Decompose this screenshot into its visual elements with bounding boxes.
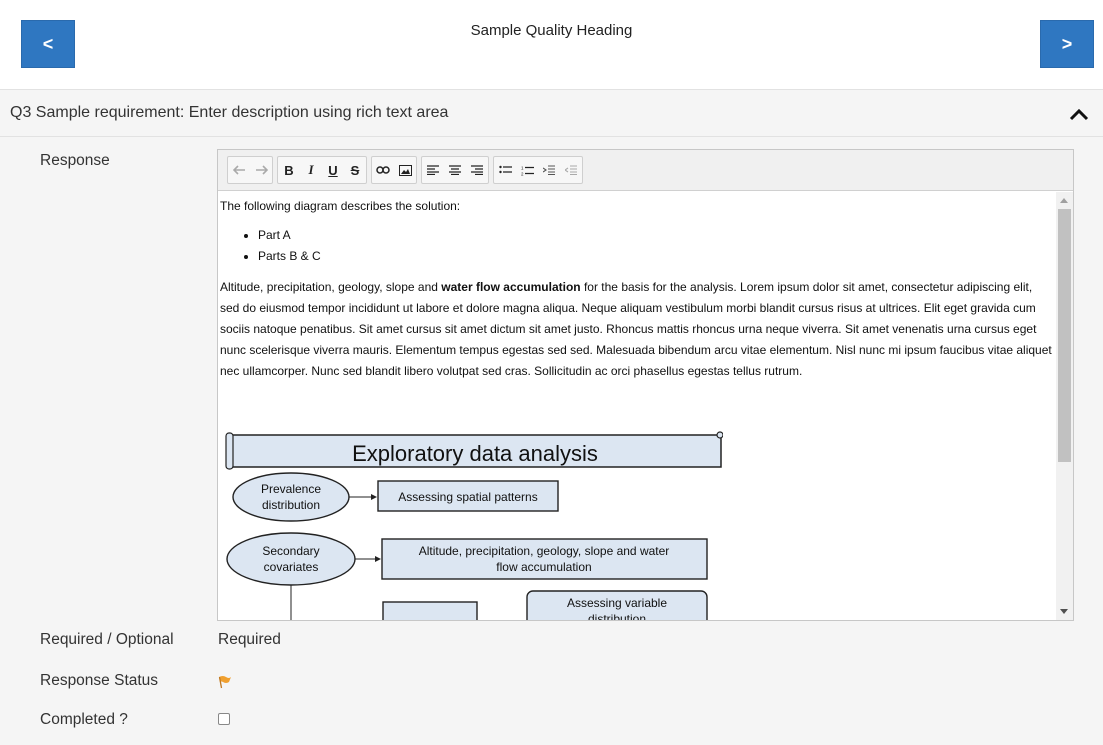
response-status-label: Response Status: [40, 672, 159, 689]
covariates-box-label-1: Altitude, precipitation, geology, slope …: [419, 544, 670, 558]
top-bar: < Sample Quality Heading >: [0, 0, 1103, 90]
paragraph-bold: water flow accumulation: [441, 280, 581, 294]
align-center-icon[interactable]: [445, 157, 465, 183]
variable-distribution-label-2: distribution: [588, 612, 646, 620]
paragraph-start: Altitude, precipitation, geology, slope …: [220, 280, 442, 294]
flag-icon: [218, 676, 231, 689]
banner-scroll-left: [225, 432, 234, 470]
list-group: 12: [493, 156, 583, 184]
intro-text: The following diagram describes the solu…: [220, 199, 461, 213]
required-label: Required / Optional: [40, 631, 174, 648]
question-header[interactable]: Q3 Sample requirement: Enter description…: [0, 90, 1103, 137]
required-value: Required: [218, 631, 281, 648]
scroll-up-arrow-icon[interactable]: [1060, 198, 1068, 203]
covariates-label-1: Secondary: [262, 544, 319, 558]
covariates-label-2: covariates: [264, 560, 319, 574]
exploratory-diagram: Exploratory data analysis Prevalence dis…: [225, 431, 723, 620]
italic-icon[interactable]: I: [301, 157, 321, 183]
completed-checkbox[interactable]: [218, 713, 230, 725]
undo-icon[interactable]: [229, 157, 249, 183]
scroll-down-arrow-icon[interactable]: [1060, 609, 1068, 614]
align-left-icon[interactable]: [423, 157, 443, 183]
diagram-title: Exploratory data analysis: [352, 441, 598, 466]
align-group: [421, 156, 489, 184]
bullet-list: Part A Parts B & C: [220, 225, 1054, 267]
outdent-icon[interactable]: [561, 157, 581, 183]
prevalence-node: [232, 472, 350, 522]
prevalence-label-2: distribution: [262, 498, 320, 512]
response-label: Response: [40, 152, 110, 169]
question-title: Q3 Sample requirement: Enter description…: [10, 104, 449, 121]
numbered-list-icon[interactable]: 12: [517, 157, 537, 183]
banner-scroll-right: [716, 431, 723, 439]
editor-scrollbar[interactable]: [1056, 192, 1073, 620]
link-icon[interactable]: [373, 157, 393, 183]
list-item: Part A: [258, 225, 1054, 246]
page-heading: Sample Quality Heading: [470, 22, 633, 39]
scroll-thumb[interactable]: [1058, 209, 1071, 462]
format-group: B I U S: [277, 156, 367, 184]
history-group: [227, 156, 273, 184]
paragraph-rest: for the basis for the analysis. Lorem ip…: [220, 280, 1052, 378]
completed-label: Completed ?: [40, 711, 128, 728]
spatial-patterns-label: Assessing spatial patterns: [398, 490, 537, 504]
underline-icon[interactable]: U: [323, 157, 343, 183]
arrowhead: [375, 556, 381, 562]
svg-text:2: 2: [521, 171, 524, 176]
lower-box: [382, 601, 478, 620]
insert-group: [371, 156, 417, 184]
align-right-icon[interactable]: [467, 157, 487, 183]
variable-distribution-label-1: Assessing variable: [567, 596, 667, 610]
chevron-up-icon[interactable]: [1069, 106, 1089, 122]
list-item: Parts B & C: [258, 246, 1054, 267]
covariates-node: [226, 532, 356, 586]
bold-icon[interactable]: B: [279, 157, 299, 183]
arrowhead: [371, 494, 377, 500]
indent-icon[interactable]: [539, 157, 559, 183]
covariates-box-label-2: flow accumulation: [496, 560, 591, 574]
bullet-list-icon[interactable]: [495, 157, 515, 183]
redo-icon[interactable]: [251, 157, 271, 183]
editor-toolbar: B I U S 1 2: [218, 150, 1073, 191]
question-section: Q3 Sample requirement: Enter description…: [0, 90, 1103, 745]
strikethrough-icon[interactable]: S: [345, 157, 365, 183]
body-paragraph: Altitude, precipitation, geology, slope …: [220, 277, 1054, 382]
next-button[interactable]: >: [1040, 20, 1094, 68]
svg-text:1: 1: [521, 165, 524, 170]
rich-text-editor[interactable]: B I U S 1 2 The following diagram descri…: [217, 149, 1074, 621]
editor-content[interactable]: The following diagram describes the solu…: [218, 192, 1056, 620]
image-icon[interactable]: [395, 157, 415, 183]
prevalence-label-1: Prevalence: [261, 482, 321, 496]
